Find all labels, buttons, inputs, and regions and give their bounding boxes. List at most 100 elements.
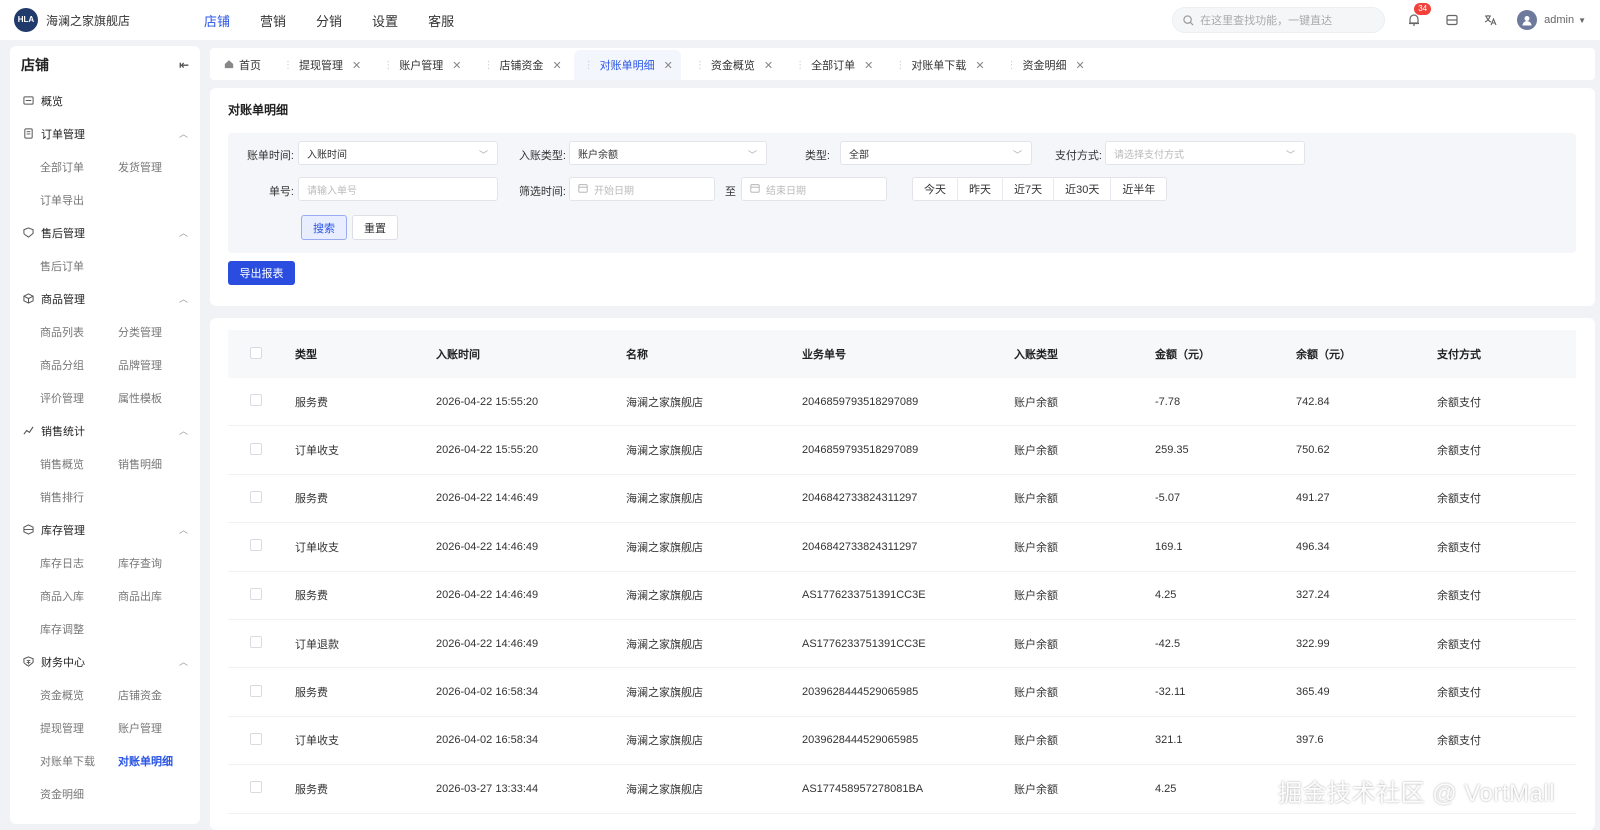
table-row[interactable]: 服务费 2026-04-02 16:58:34 海澜之家旗舰店 20396284445… [228,668,1576,717]
sidebar-item-brand[interactable]: 品牌管理 [118,348,196,381]
sidebar-item-shipping[interactable]: 发货管理 [118,150,196,183]
sidebar-item-aftersale-orders[interactable]: 售后订单 [40,249,118,282]
close-icon[interactable]: ✕ [352,59,361,72]
topnav-service[interactable]: 客服 [428,11,454,30]
quick-half-year[interactable]: 近半年 [1111,178,1166,200]
user-name[interactable]: admin [1544,14,1574,26]
sidebar-item-account[interactable]: 账户管理 [118,711,196,744]
drag-handle-icon[interactable]: ⋮ [383,60,393,71]
drag-handle-icon[interactable]: ⋮ [795,60,805,71]
table-row[interactable]: 服务费 2026-04-22 14:46:49 海澜之家旗舰店 20468427338… [228,475,1576,524]
sidebar-item-stock-log[interactable]: 库存日志 [40,546,118,579]
sidebar-item-product-group[interactable]: 商品分组 [40,348,118,381]
tab-fund-detail[interactable]: ⋮ 资金明细 ✕ [997,50,1093,80]
sidebar-item-sales-overview[interactable]: 销售概览 [40,447,118,480]
sidebar-item-sales-detail[interactable]: 销售明细 [118,447,196,480]
sidebar-item-fund-detail[interactable]: 资金明细 [40,777,118,810]
collapse-sidebar-icon[interactable]: ⇤ [179,58,189,72]
table-row[interactable]: 服务费 2026-04-22 15:55:20 海澜之家旗舰店 20468597935… [228,378,1576,427]
close-icon[interactable]: ✕ [864,59,873,72]
topnav-marketing[interactable]: 营销 [260,11,286,30]
row-checkbox[interactable] [250,394,262,407]
row-checkbox[interactable] [250,442,262,455]
row-checkbox[interactable] [250,636,262,649]
inbox-icon[interactable] [1443,11,1461,29]
sidebar-item-statement-download[interactable]: 对账单下载 [40,744,118,777]
drag-handle-icon[interactable]: ⋮ [584,60,594,71]
quick-7days[interactable]: 近7天 [1003,178,1055,200]
row-checkbox[interactable] [250,490,262,503]
order-no-input[interactable]: 请输入单号 [298,177,498,201]
sidebar-item-statement-detail[interactable]: 对账单明细 [118,744,196,777]
row-checkbox[interactable] [250,684,262,697]
row-checkbox[interactable] [250,781,262,794]
reset-button[interactable]: 重置 [352,215,398,240]
row-checkbox[interactable] [250,539,262,552]
tab-withdraw[interactable]: ⋮ 提现管理 ✕ [273,50,369,80]
drag-handle-icon[interactable]: ⋮ [695,60,705,71]
bill-time-select[interactable]: 入账时间 ﹀ [298,141,498,165]
drag-handle-icon[interactable]: ⋮ [1007,60,1017,71]
sidebar-group-head-aftersale[interactable]: 售后管理 ︿ [10,216,200,249]
tab-store-funds[interactable]: ⋮ 店铺资金 ✕ [473,50,569,80]
sidebar-item-stock-out[interactable]: 商品出库 [118,579,196,612]
drag-handle-icon[interactable]: ⋮ [483,60,493,71]
tab-all-orders[interactable]: ⋮ 全部订单 ✕ [785,50,881,80]
sidebar-item-category[interactable]: 分类管理 [118,315,196,348]
tab-fund-overview[interactable]: ⋮ 资金概览 ✕ [685,50,781,80]
close-icon[interactable]: ✕ [452,59,461,72]
start-date-input[interactable]: 开始日期 [569,177,715,201]
sidebar-group-head-orders[interactable]: 订单管理 ︿ [10,117,200,150]
sidebar-item-attr-template[interactable]: 属性模板 [118,381,196,414]
quick-30days[interactable]: 近30天 [1054,178,1112,200]
sidebar-item-stock-adjust[interactable]: 库存调整 [40,612,118,645]
topnav-store[interactable]: 店铺 [204,11,230,30]
sidebar-group-head-products[interactable]: 商品管理 ︿ [10,282,200,315]
row-checkbox[interactable] [250,587,262,600]
quick-yesterday[interactable]: 昨天 [958,178,1003,200]
row-checkbox[interactable] [250,732,262,745]
sidebar-item-order-export[interactable]: 订单导出 [40,183,118,216]
close-icon[interactable]: ✕ [552,59,561,72]
global-search-input[interactable]: 在这里查找功能，一键直达 [1172,7,1386,33]
brand-logo[interactable]: HLA 海澜之家旗舰店 [14,8,200,32]
tab-statement-detail[interactable]: ⋮ 对账单明细 ✕ [573,50,681,80]
drag-handle-icon[interactable]: ⋮ [283,60,293,71]
sidebar-group-head-stats[interactable]: 销售统计 ︿ [10,414,200,447]
pay-method-select[interactable]: 请选择支付方式 ﹀ [1105,141,1305,165]
tab-statement-download[interactable]: ⋮ 对账单下载 ✕ [885,50,992,80]
sidebar-item-stock-in[interactable]: 商品入库 [40,579,118,612]
export-report-button[interactable]: 导出报表 [228,261,295,285]
close-icon[interactable]: ✕ [764,59,773,72]
sidebar-item-store-funds[interactable]: 店铺资金 [118,678,196,711]
select-all-checkbox[interactable] [250,346,262,359]
table-row[interactable]: 服务费 2026-04-22 14:46:49 海澜之家旗舰店 AS177623375… [228,572,1576,620]
user-avatar[interactable] [1517,10,1538,30]
sidebar-group-head-finance[interactable]: 财务中心 ︿ [10,645,200,678]
end-date-input[interactable]: 结束日期 [741,177,887,201]
sidebar-item-withdraw[interactable]: 提现管理 [40,711,118,744]
sidebar-item-product-list[interactable]: 商品列表 [40,315,118,348]
chevron-down-icon[interactable]: ▼ [1578,16,1586,25]
close-icon[interactable]: ✕ [1076,59,1085,72]
sidebar-group-head-inventory[interactable]: 库存管理 ︿ [10,513,200,546]
table-row[interactable]: 订单退款 2026-04-22 14:46:49 海澜之家旗舰店 AS17762337… [228,620,1576,669]
translate-icon[interactable] [1481,11,1499,29]
topnav-settings[interactable]: 设置 [372,11,398,30]
tab-account[interactable]: ⋮ 账户管理 ✕ [373,50,469,80]
table-row[interactable]: 订单收支 2026-04-22 15:55:20 海澜之家旗舰店 2046859793… [228,426,1576,475]
tab-home[interactable]: 首页 [214,50,269,80]
entry-type-select[interactable]: 账户余额 ﹀ [569,141,767,165]
search-button[interactable]: 搜索 [301,215,347,240]
type-select[interactable]: 全部 ﹀ [840,141,1032,165]
table-row[interactable]: 订单收支 2026-04-02 16:58:34 海澜之家旗舰店 2039628444… [228,717,1576,766]
sidebar-item-sales-ranking[interactable]: 销售排行 [40,480,118,513]
sidebar-item-fund-overview[interactable]: 资金概览 [40,678,118,711]
close-icon[interactable]: ✕ [975,59,984,72]
sidebar-item-stock-query[interactable]: 库存查询 [118,546,196,579]
sidebar-item-overview[interactable]: 概览 [10,84,200,117]
quick-today[interactable]: 今天 [913,178,958,200]
bell-icon[interactable]: 34 [1405,3,1432,29]
sidebar-item-reviews[interactable]: 评价管理 [40,381,118,414]
topnav-distribution[interactable]: 分销 [316,11,342,30]
